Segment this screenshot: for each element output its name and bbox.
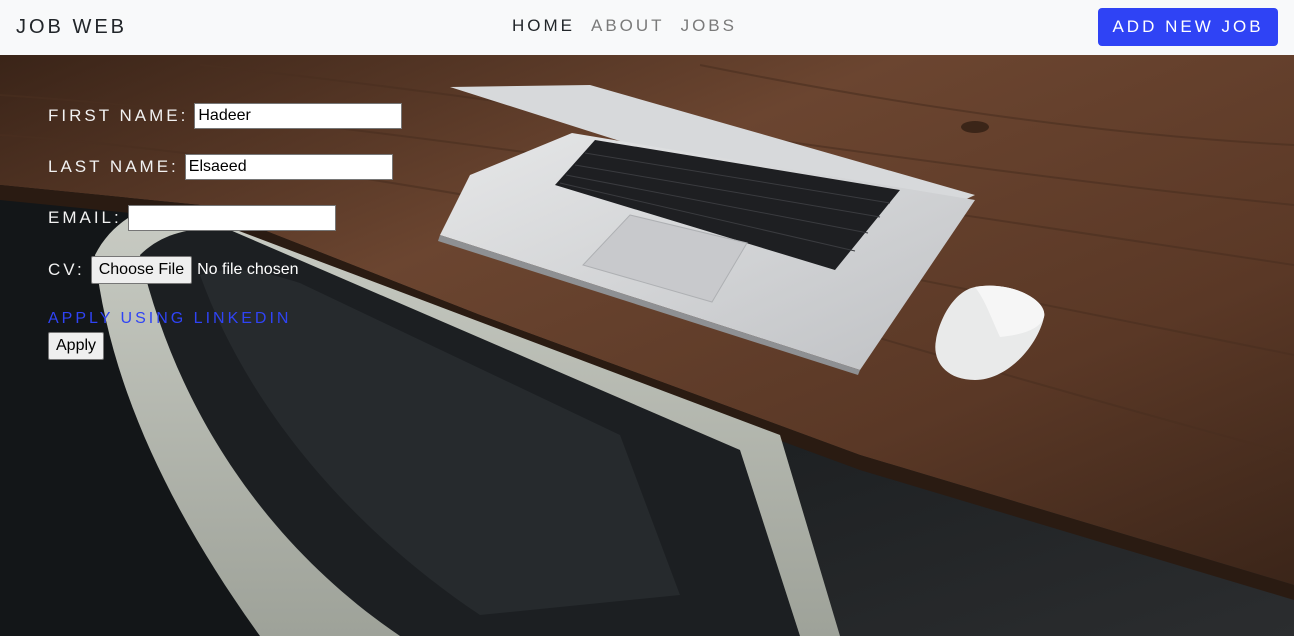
last-name-label: LAST NAME: xyxy=(48,157,179,176)
brand-logo[interactable]: JOB WEB xyxy=(16,15,127,39)
nav-link-jobs[interactable]: JOBS xyxy=(681,16,737,36)
desk-scene-image xyxy=(0,55,1294,636)
first-name-label: FIRST NAME: xyxy=(48,106,189,125)
email-row: EMAIL: xyxy=(48,205,336,231)
cv-label: CV: xyxy=(48,260,85,279)
email-input[interactable] xyxy=(127,205,336,231)
nav-links: HOME ABOUT JOBS xyxy=(512,16,737,36)
choose-file-button[interactable]: Choose File xyxy=(90,256,193,284)
email-label: EMAIL: xyxy=(48,208,122,227)
last-name-input[interactable] xyxy=(184,154,393,180)
file-status-text: No file chosen xyxy=(197,261,299,278)
last-name-row: LAST NAME: xyxy=(48,154,393,180)
cv-row: CV: Choose File No file chosen xyxy=(48,256,298,284)
apply-linkedin-link[interactable]: APPLY USING LINKEDIN xyxy=(48,310,291,328)
add-new-job-button[interactable]: ADD NEW JOB xyxy=(1098,8,1278,46)
nav-link-home[interactable]: HOME xyxy=(512,16,575,36)
nav-link-about[interactable]: ABOUT xyxy=(591,16,665,36)
apply-button[interactable]: Apply xyxy=(48,332,105,360)
navbar: JOB WEB HOME ABOUT JOBS ADD NEW JOB xyxy=(0,0,1294,55)
first-name-input[interactable] xyxy=(194,103,403,129)
first-name-row: FIRST NAME: xyxy=(48,103,403,129)
hero-background xyxy=(0,55,1294,636)
